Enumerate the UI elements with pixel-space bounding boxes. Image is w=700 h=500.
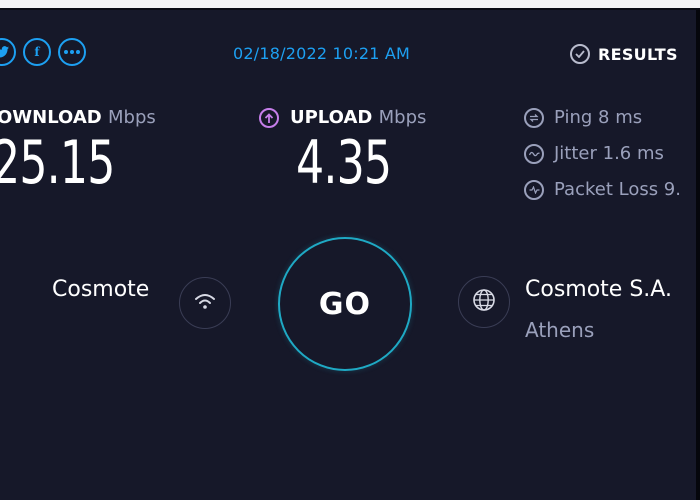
packet-loss-value: Packet Loss 9. [554,179,681,200]
jitter-row: Jitter 1.6 ms [524,143,664,164]
packet-loss-icon [524,179,544,200]
ping-row: Ping 8 ms [524,107,642,128]
jitter-icon [524,143,544,164]
change-server-button[interactable] [458,276,510,328]
facebook-icon: f [34,45,40,59]
facebook-button[interactable]: f [23,38,51,66]
upload-speed: 4.35 [296,128,392,198]
window-edge [696,10,700,500]
upload-unit: Mbps [378,107,427,128]
server-city: Athens [525,318,595,342]
more-share-button[interactable] [58,38,86,66]
go-button[interactable]: GO [278,237,412,371]
wifi-icon [193,292,217,314]
upload-label: UPLOAD Mbps [290,107,426,128]
go-label: GO [318,286,372,322]
isp-name: Cosmote [52,277,150,302]
jitter-value: Jitter 1.6 ms [554,143,664,164]
server-name: Cosmote S.A. [525,277,672,302]
packet-loss-row: Packet Loss 9. [524,179,681,200]
download-unit: Mbps [108,107,156,128]
globe-icon [472,288,496,316]
twitter-icon [0,46,9,58]
upload-arrow-icon [259,108,279,128]
test-datetime: 02/18/2022 10:21 AM [233,44,411,63]
ping-icon [524,107,544,128]
top-divider [0,8,700,10]
results-button[interactable]: RESULTS [570,44,678,64]
more-icon [64,50,80,54]
share-buttons: f [0,38,86,66]
ping-value: Ping 8 ms [554,107,643,128]
twitter-button[interactable] [0,38,16,66]
window-top-bar [0,0,700,8]
download-speed: 25.15 [0,128,115,198]
results-label: RESULTS [598,44,678,64]
download-title: OWNLOAD [0,107,102,128]
connection-button[interactable] [179,277,231,329]
download-label: OWNLOAD Mbps [0,107,156,128]
check-circle-icon [570,44,590,64]
upload-title: UPLOAD [290,107,373,128]
